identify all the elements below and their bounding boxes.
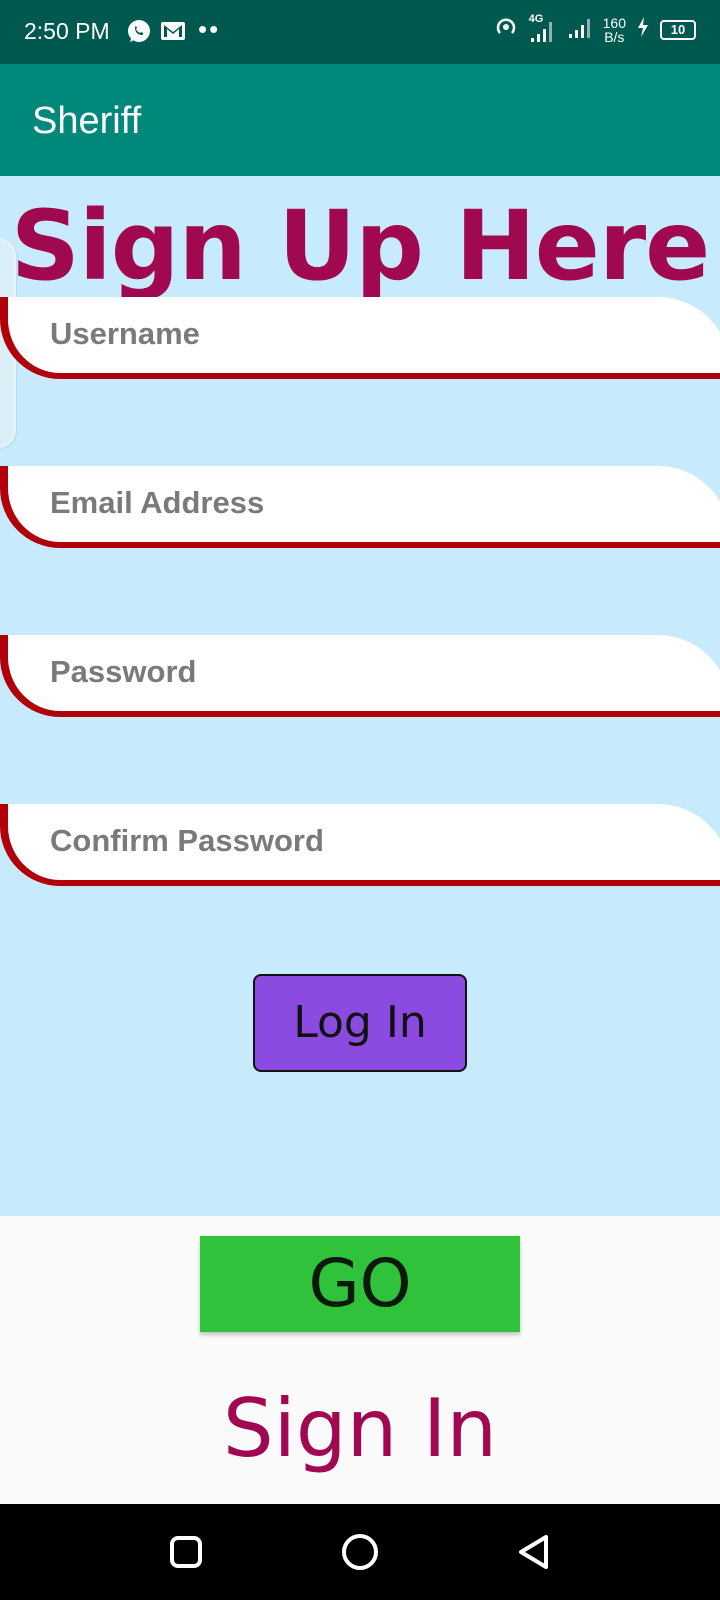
page-title: Sign Up Here (10, 190, 711, 302)
more-notifications-dots: •• (198, 14, 221, 44)
email-input[interactable] (48, 480, 652, 526)
app-title: Sheriff (32, 100, 142, 142)
hotspot-icon (493, 14, 519, 45)
recent-apps-icon[interactable] (164, 1530, 208, 1574)
go-button[interactable]: GO (200, 1236, 520, 1332)
speed-unit: B/s (604, 28, 625, 45)
app-bar: Sheriff (0, 64, 720, 176)
gmail-icon (160, 18, 186, 44)
battery-icon: 10 (660, 19, 696, 40)
username-field[interactable] (0, 297, 720, 379)
notification-icons (126, 18, 186, 44)
navigation-bar (0, 1504, 720, 1600)
status-time: 2:50 PM (24, 18, 110, 44)
signal-4g-icon: 4G (529, 13, 557, 44)
speed-value: 160 (602, 14, 626, 31)
network-speed: 160 B/s (603, 16, 626, 44)
password-input[interactable] (48, 649, 652, 695)
confirm-password-input[interactable] (48, 818, 652, 864)
status-right: 4G 160 B/s 10 (493, 13, 696, 45)
charging-icon (636, 16, 650, 43)
email-field[interactable] (0, 466, 720, 548)
home-icon[interactable] (338, 1530, 382, 1574)
status-bar: 2:50 PM •• 4G 160 B/s 10 (0, 0, 720, 64)
sign-in-link[interactable]: Sign In (0, 1382, 720, 1475)
battery-level: 10 (670, 21, 686, 37)
confirm-password-field[interactable] (0, 804, 720, 886)
username-input[interactable] (48, 311, 652, 357)
signup-form: Sign Up Here Log In (0, 176, 720, 1216)
password-field[interactable] (0, 635, 720, 717)
login-button[interactable]: Log In (253, 974, 467, 1072)
whatsapp-icon (126, 18, 152, 44)
signal-icon (567, 14, 593, 45)
back-icon[interactable] (512, 1530, 556, 1574)
